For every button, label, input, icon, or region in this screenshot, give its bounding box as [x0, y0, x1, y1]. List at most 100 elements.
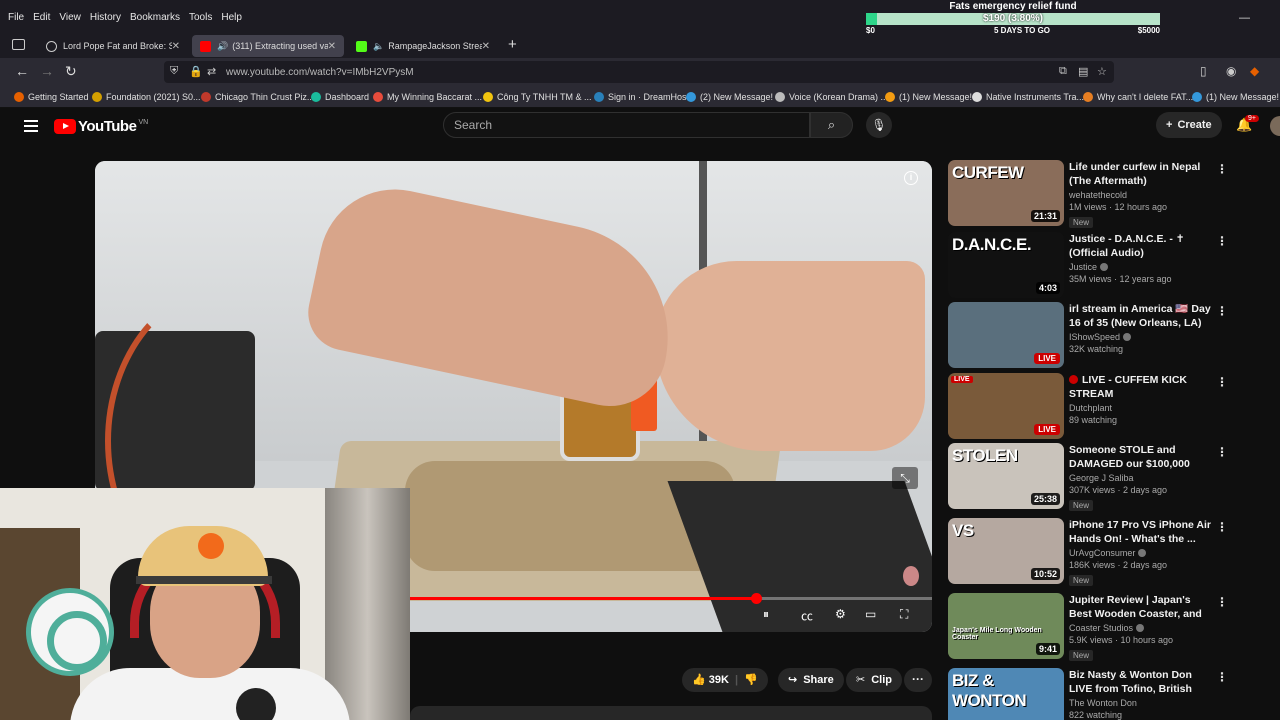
menu-history[interactable]: History — [90, 12, 121, 23]
video-title[interactable]: Jupiter Review | Japan's Best Wooden Coa… — [1069, 594, 1211, 621]
menu-file[interactable]: File — [8, 12, 24, 23]
video-title[interactable]: Justice - D.A.N.C.E. - ✝ (Official Audio… — [1069, 233, 1211, 260]
reader-icon[interactable]: ▤ — [1078, 65, 1088, 78]
bookmark-item[interactable]: Voice (Korean Drama) ... — [775, 92, 888, 102]
shield-icon[interactable]: ⛨ — [170, 65, 178, 78]
tab-rampage-jackson[interactable]: 🔈 RampageJackson Stream - ✕ — [348, 35, 498, 57]
picture-in-picture-icon[interactable]: ⧉ — [1059, 65, 1067, 78]
tab-lord-pope[interactable]: Lord Pope Fat and Broke: Saigon ✕ — [38, 35, 188, 57]
video-title[interactable]: Life under curfew in Nepal (The Aftermat… — [1069, 161, 1211, 188]
forward-icon[interactable]: → — [40, 63, 54, 79]
captions-icon[interactable]: ㏄ — [801, 607, 813, 624]
channel-watermark[interactable] — [903, 566, 919, 586]
more-options-icon[interactable]: ⋮ — [1216, 520, 1228, 534]
theater-mode-icon[interactable]: ▭ — [865, 607, 876, 621]
bookmark-item[interactable]: (1) New Message! — [1192, 92, 1279, 102]
account-icon[interactable]: ◉ — [1226, 64, 1236, 78]
video-thumbnail[interactable]: STOLEN 25:38 — [948, 443, 1064, 509]
video-thumbnail[interactable]: BIZ & WONTON — [948, 668, 1064, 720]
recommended-video[interactable]: LIVE irl stream in America 🇺🇸 Day 16 of 3… — [948, 302, 1228, 368]
more-options-icon[interactable]: ⋮ — [1216, 670, 1228, 684]
bookmark-item[interactable]: Foundation (2021) S0... — [92, 92, 201, 102]
recommended-video[interactable]: Japan's Mile Long Wooden Coaster 9:41 Jupi… — [948, 593, 1228, 661]
close-icon[interactable]: ✕ — [172, 41, 180, 52]
share-button[interactable]: ↪ Share — [778, 668, 844, 692]
menu-bookmarks[interactable]: Bookmarks — [130, 12, 180, 23]
miniplayer-icon[interactable]: ⤡ — [892, 467, 918, 489]
video-title[interactable]: iPhone 17 Pro VS iPhone Air Hands On! - … — [1069, 519, 1211, 546]
autoplay-toggle-icon[interactable]: ⏸ — [763, 607, 769, 622]
clip-button[interactable]: ✂ Clip — [846, 668, 902, 692]
channel-name[interactable]: UrAvgConsumer — [1069, 548, 1211, 558]
channel-name[interactable]: George J Saliba — [1069, 473, 1211, 483]
menu-view[interactable]: View — [59, 12, 81, 23]
video-thumbnail[interactable]: CURFEW 21:31 — [948, 160, 1064, 226]
video-thumbnail[interactable]: D.A.N.C.E. 4:03 — [948, 232, 1064, 298]
avatar[interactable] — [1270, 116, 1280, 136]
more-options-icon[interactable]: ⋮ — [1216, 162, 1228, 176]
video-thumbnail[interactable]: LIVE — [948, 302, 1064, 368]
url-bar[interactable]: ⛨ 🔒 ⇄ www.youtube.com/watch?v=IMbH2VPysM… — [164, 61, 1114, 83]
bookmark-star-icon[interactable]: ☆ — [1097, 65, 1107, 78]
menu-tools[interactable]: Tools — [189, 12, 212, 23]
channel-name[interactable]: Dutchplant — [1069, 403, 1211, 413]
video-thumbnail[interactable]: Japan's Mile Long Wooden Coaster 9:41 — [948, 593, 1064, 659]
voice-search-icon[interactable]: 🎙 — [866, 112, 892, 138]
more-actions-button[interactable]: ··· — [904, 668, 932, 692]
speaker-icon[interactable]: 🔊 — [217, 41, 228, 52]
lock-icon[interactable]: 🔒 — [189, 65, 203, 78]
bookmark-item[interactable]: Dashboard — [311, 92, 369, 102]
channel-name[interactable]: Justice — [1069, 262, 1211, 272]
close-icon[interactable]: ✕ — [482, 41, 490, 52]
menu-edit[interactable]: Edit — [33, 12, 50, 23]
bookmark-item[interactable]: (2) New Message! — [686, 92, 773, 102]
video-thumbnail[interactable]: LIVE LIVE — [948, 373, 1064, 439]
bookmark-item[interactable]: Chicago Thin Crust Piz... — [201, 92, 314, 102]
video-title[interactable]: Someone STOLE and DAMAGED our $100,000 C… — [1069, 444, 1211, 471]
recommended-video[interactable]: STOLEN 25:38 Someone STOLE and DAMAGED our… — [948, 443, 1228, 511]
minimize-icon[interactable]: — — [1239, 12, 1250, 24]
search-button[interactable]: ⌕ — [810, 112, 853, 138]
bookmark-item[interactable]: Công Ty TNHH TM & ... — [483, 92, 592, 102]
recommended-video[interactable]: D.A.N.C.E. 4:03 Justice - D.A.N.C.E. - ✝ (… — [948, 232, 1228, 298]
tab-extracting-vape[interactable]: 🔊 (311) Extracting used vape ✕ — [192, 35, 344, 57]
video-thumbnail[interactable]: VS 10:52 — [948, 518, 1064, 584]
channel-name[interactable]: wehatethecold — [1069, 190, 1211, 200]
create-button[interactable]: + Create — [1156, 112, 1222, 138]
more-options-icon[interactable]: ⋮ — [1216, 304, 1228, 318]
video-title[interactable]: irl stream in America 🇺🇸 Day 16 of 35 (N… — [1069, 303, 1211, 330]
fullscreen-icon[interactable]: ⛶ — [900, 607, 908, 622]
menu-help[interactable]: Help — [221, 12, 242, 23]
bookmark-item[interactable]: Native Instruments Tra... — [972, 92, 1084, 102]
reload-icon[interactable]: ↻ — [65, 63, 77, 80]
bookmark-item[interactable]: Getting Started — [14, 92, 89, 102]
video-title[interactable]: LIVE - CUFFEM KICK STREAM — [1069, 374, 1211, 401]
menu-hamburger-icon[interactable] — [24, 120, 38, 135]
description-box[interactable] — [410, 706, 932, 720]
channel-name[interactable]: Coaster Studios — [1069, 623, 1211, 633]
bookmark-item[interactable]: Why can't I delete FAT... — [1083, 92, 1193, 102]
search-box[interactable] — [443, 112, 810, 138]
dislike-button[interactable]: 👎 — [744, 668, 758, 692]
more-options-icon[interactable]: ⋮ — [1216, 445, 1228, 459]
more-options-icon[interactable]: ⋮ — [1216, 375, 1228, 389]
close-icon[interactable]: ✕ — [328, 41, 336, 52]
recommended-video[interactable]: BIZ & WONTON Biz Nasty & Wonton Don LIVE … — [948, 668, 1228, 720]
bookmark-item[interactable]: Sign in · DreamHost — [594, 92, 689, 102]
like-button[interactable]: 👍 39K — [692, 668, 729, 692]
recommended-video[interactable]: CURFEW 21:31 Life under curfew in Nepal (T… — [948, 160, 1228, 228]
more-options-icon[interactable]: ⋮ — [1216, 234, 1228, 248]
video-title[interactable]: Biz Nasty & Wonton Don LIVE from Tofino,… — [1069, 669, 1211, 696]
back-icon[interactable]: ← — [15, 63, 29, 79]
new-tab-icon[interactable]: + — [508, 36, 517, 53]
permissions-icon[interactable]: ⇄ — [207, 65, 216, 78]
channel-name[interactable]: The Wonton Don — [1069, 698, 1211, 708]
channel-name[interactable]: IShowSpeed — [1069, 332, 1211, 342]
bookmark-item[interactable]: My Winning Baccarat ... — [373, 92, 482, 102]
info-icon[interactable]: i — [904, 171, 918, 185]
url-text[interactable]: www.youtube.com/watch?v=IMbH2VPysM — [226, 67, 414, 78]
sidebar-icon[interactable]: ▯ — [1200, 64, 1207, 78]
more-options-icon[interactable]: ⋮ — [1216, 595, 1228, 609]
bookmark-item[interactable]: (1) New Message! — [885, 92, 972, 102]
settings-gear-icon[interactable]: ⚙ — [835, 607, 846, 621]
